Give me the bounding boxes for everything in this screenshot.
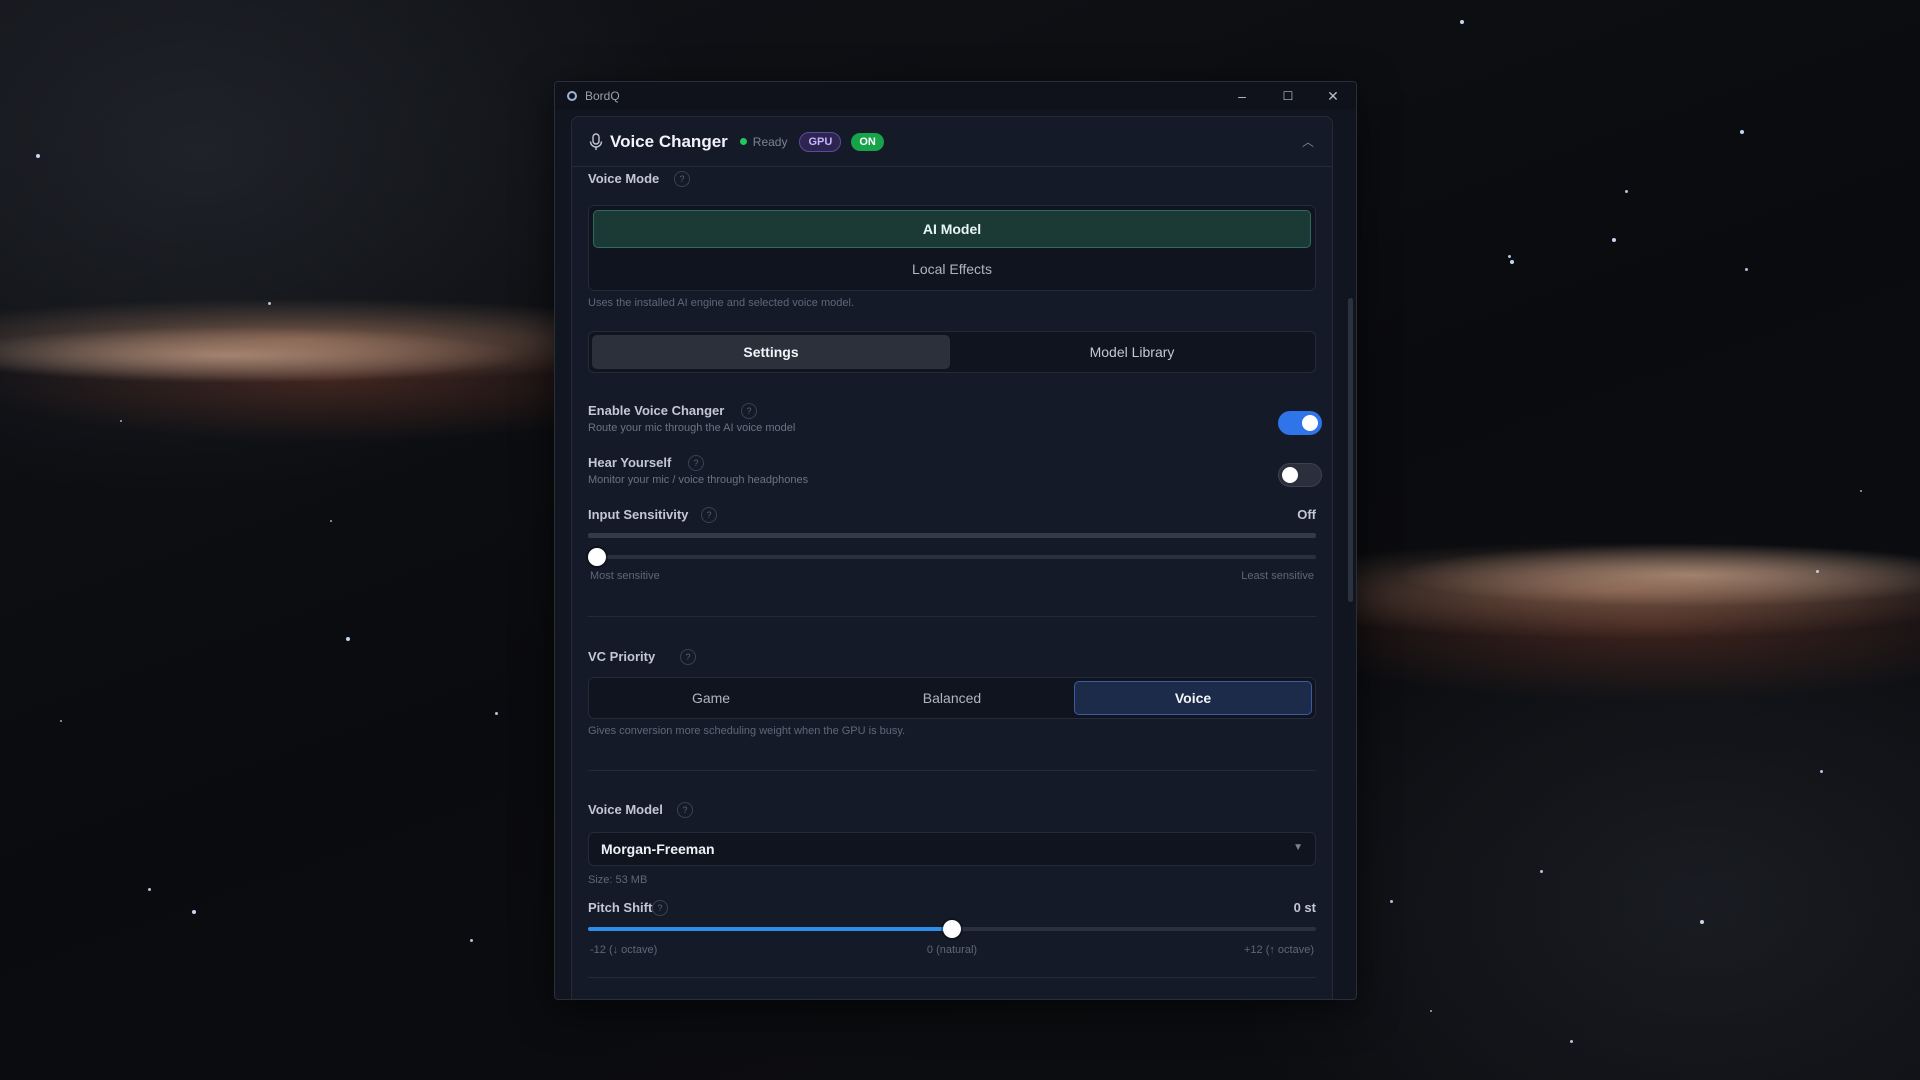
hear-yourself-description: Monitor your mic / voice through headpho… — [588, 474, 809, 486]
star — [1820, 770, 1823, 773]
star — [192, 910, 196, 914]
mode-local-effects-button[interactable]: Local Effects — [593, 250, 1311, 288]
star — [470, 939, 473, 942]
vc-priority-info-icon[interactable]: ? — [680, 649, 696, 665]
maximize-button[interactable]: ☐ — [1265, 82, 1311, 110]
star — [1740, 130, 1744, 134]
sensitivity-max-label: Least sensitive — [1241, 570, 1314, 582]
voice-mode-selector: AI Model Local Effects — [588, 205, 1316, 291]
input-level-meter — [588, 533, 1316, 538]
star — [1508, 255, 1511, 258]
star — [330, 520, 332, 522]
status-dot — [739, 138, 747, 145]
star — [148, 888, 151, 891]
star — [1540, 870, 1543, 873]
voice-model-size: Size: 53 MB — [588, 874, 648, 886]
minimize-button[interactable]: – — [1219, 82, 1265, 110]
title-bar[interactable]: BordQ – ☐ ✕ — [555, 82, 1356, 110]
panel-title: Voice Changer — [610, 131, 728, 151]
chevron-down-icon: ▼ — [1293, 842, 1303, 853]
section-divider — [588, 977, 1316, 978]
pitch-max-label: +12 (↑ octave) — [1243, 944, 1314, 956]
input-sensitivity-value: Off — [1297, 507, 1316, 522]
pitch-shift-fill — [588, 927, 952, 931]
input-sensitivity-track[interactable] — [588, 555, 1316, 559]
star — [268, 302, 271, 305]
pitch-shift-info-icon[interactable]: ? — [652, 900, 668, 916]
hear-yourself-label: Hear Yourself — [588, 455, 672, 470]
tab-settings[interactable]: Settings — [592, 335, 950, 369]
on-badge: ON — [851, 132, 884, 151]
star — [1612, 238, 1616, 242]
input-sensitivity-label: Input Sensitivity — [588, 507, 689, 522]
mode-ai-model-button[interactable]: AI Model — [593, 210, 1311, 248]
voice-mode-hint: Uses the installed AI engine and selecte… — [588, 297, 854, 309]
window-title: BordQ — [585, 89, 620, 103]
enable-vc-info-icon[interactable]: ? — [741, 403, 757, 419]
voice-mode-label: Voice Mode — [588, 171, 660, 186]
sensitivity-min-label: Most sensitive — [590, 570, 660, 582]
enable-vc-label: Enable Voice Changer — [588, 403, 725, 418]
star — [1625, 190, 1628, 193]
input-sensitivity-info-icon[interactable]: ? — [701, 507, 717, 523]
priority-voice-button[interactable]: Voice — [1074, 681, 1312, 715]
enable-vc-description: Route your mic through the AI voice mode… — [588, 422, 796, 434]
priority-game-button[interactable]: Game — [592, 681, 830, 715]
enable-vc-toggle[interactable] — [1278, 411, 1322, 435]
pitch-shift-thumb[interactable] — [943, 920, 961, 938]
collapse-chevron-icon[interactable]: ︿ — [1302, 133, 1314, 150]
toggle-knob — [1302, 415, 1318, 431]
star — [1460, 20, 1464, 24]
star — [1390, 900, 1393, 903]
star — [346, 637, 350, 641]
star — [495, 712, 498, 715]
panel-scrollbar[interactable] — [1348, 298, 1353, 602]
voice-mode-info-icon[interactable]: ? — [674, 171, 690, 187]
panel-header[interactable]: Voice Changer Ready GPU ON ︿ — [572, 117, 1332, 167]
star — [1430, 1010, 1432, 1012]
star — [1700, 920, 1704, 924]
star — [1745, 268, 1748, 271]
star — [120, 420, 122, 422]
toggle-knob — [1282, 467, 1298, 483]
pitch-shift-label: Pitch Shift — [588, 900, 653, 915]
voice-changer-panel: Voice Changer Ready GPU ON ︿ Voice Mode … — [571, 116, 1333, 999]
gpu-badge: GPU — [799, 131, 842, 152]
voice-model-dropdown[interactable]: Morgan-Freeman ▼ — [588, 832, 1316, 866]
section-divider — [588, 616, 1316, 617]
voice-model-info-icon[interactable]: ? — [677, 802, 693, 818]
close-button[interactable]: ✕ — [1310, 82, 1356, 110]
star — [60, 720, 62, 722]
voice-model-label: Voice Model — [588, 802, 663, 817]
priority-balanced-button[interactable]: Balanced — [833, 681, 1071, 715]
vc-priority-selector: Game Balanced Voice — [588, 677, 1316, 719]
panel-tabs: Settings Model Library — [588, 331, 1316, 373]
voice-model-selected: Morgan-Freeman — [601, 841, 715, 857]
star — [1510, 260, 1514, 264]
hear-yourself-toggle[interactable] — [1278, 463, 1322, 487]
app-window: BordQ – ☐ ✕ Voice Changer Ready GPU ON ︿… — [554, 81, 1357, 1000]
star — [1816, 570, 1819, 573]
pitch-mid-label: 0 (natural) — [926, 944, 978, 956]
pitch-min-label: -12 (↓ octave) — [590, 944, 658, 956]
pitch-shift-value: 0 st — [1293, 900, 1316, 915]
app-logo-icon — [567, 91, 577, 101]
input-sensitivity-thumb[interactable] — [588, 548, 606, 566]
microphone-icon — [589, 132, 603, 150]
vc-priority-hint: Gives conversion more scheduling weight … — [588, 725, 906, 737]
star — [1570, 1040, 1573, 1043]
star — [1860, 490, 1862, 492]
section-divider — [588, 770, 1316, 771]
tab-model-library[interactable]: Model Library — [953, 335, 1311, 369]
vc-priority-label: VC Priority — [588, 649, 656, 664]
hear-yourself-info-icon[interactable]: ? — [688, 455, 704, 471]
star — [36, 154, 40, 158]
status-text: Ready — [752, 134, 788, 149]
